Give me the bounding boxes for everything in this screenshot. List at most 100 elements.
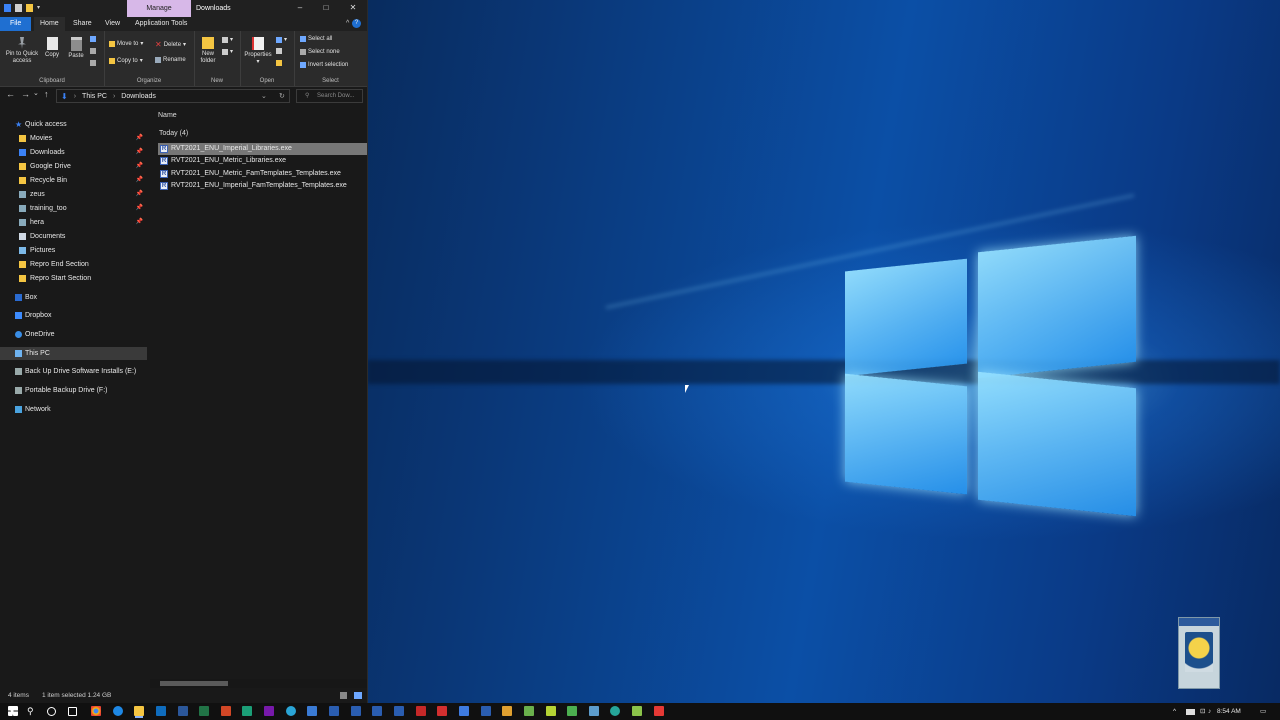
acrobat-icon[interactable]: [437, 706, 447, 716]
paste-button[interactable]: Paste: [66, 37, 86, 60]
copy-path-icon[interactable]: [90, 48, 96, 54]
close-button[interactable]: ✕: [339, 0, 367, 17]
outlook-icon[interactable]: [156, 706, 166, 716]
app-icon[interactable]: [589, 706, 599, 716]
nav-zeus[interactable]: zeus 📌: [0, 188, 147, 201]
tab-file[interactable]: File: [0, 17, 32, 31]
navisworks-icon[interactable]: [459, 706, 469, 716]
revit-icon[interactable]: [372, 706, 382, 716]
nav-dropbox[interactable]: Dropbox: [0, 309, 147, 322]
select-none-button[interactable]: Select none: [300, 49, 340, 55]
app-icon[interactable]: [632, 706, 642, 716]
new-item-button[interactable]: ▾: [222, 36, 233, 43]
horizontal-scrollbar[interactable]: [150, 679, 367, 688]
copy-button[interactable]: Copy: [42, 37, 62, 59]
help-icon[interactable]: ?: [352, 19, 361, 28]
search-input[interactable]: ⚲ Search Dow...: [296, 89, 363, 103]
app-icon[interactable]: [610, 706, 620, 716]
address-dropdown-icon[interactable]: ⌄: [261, 92, 267, 100]
start-menu-icon[interactable]: [8, 706, 18, 716]
app-icon[interactable]: [242, 706, 252, 716]
breadcrumb-downloads[interactable]: Downloads: [121, 93, 156, 100]
nav-box[interactable]: Box: [0, 291, 147, 304]
edge-icon[interactable]: [113, 706, 123, 716]
recent-locations-icon[interactable]: ⌄: [33, 89, 39, 97]
pin-quick-access-button[interactable]: Pin to Quick access: [3, 37, 41, 65]
column-header-name[interactable]: Name: [158, 112, 177, 119]
nav-hera[interactable]: hera 📌: [0, 216, 147, 229]
clock[interactable]: 8:54 AM: [1217, 703, 1241, 720]
camtasia-icon[interactable]: [546, 706, 556, 716]
app-icon[interactable]: [502, 706, 512, 716]
properties-button[interactable]: Properties ▾: [242, 37, 274, 66]
nav-documents[interactable]: Documents: [0, 230, 147, 243]
new-folder-button[interactable]: New folder: [197, 37, 219, 65]
tab-view[interactable]: View: [99, 17, 126, 31]
file-row[interactable]: R RVT2021_ENU_Imperial_FamTemplates_Templ…: [158, 180, 367, 192]
cut-icon[interactable]: [90, 36, 96, 42]
task-view-icon[interactable]: [68, 707, 77, 716]
copy-to-button[interactable]: Copy to ▾: [109, 57, 143, 64]
paste-shortcut-icon[interactable]: [90, 60, 96, 66]
browser-icon[interactable]: [286, 706, 296, 716]
tray-overflow-icon[interactable]: ^: [1173, 703, 1176, 720]
open-button[interactable]: ▾: [276, 36, 287, 43]
group-header-today[interactable]: Today (4): [159, 130, 188, 137]
nav-google-drive[interactable]: Google Drive 📌: [0, 160, 147, 173]
nav-repro-start-section[interactable]: Repro Start Section: [0, 272, 147, 285]
powerpoint-icon[interactable]: [221, 706, 231, 716]
tab-home[interactable]: Home: [34, 17, 65, 31]
app-icon[interactable]: [654, 706, 664, 716]
cortana-icon[interactable]: [47, 707, 56, 716]
tab-application-tools[interactable]: Application Tools: [129, 17, 193, 31]
nav-downloads[interactable]: Downloads 📌: [0, 146, 147, 159]
address-field[interactable]: ⬇ › This PC › Downloads ⌄ ↻: [56, 89, 290, 103]
forward-arrow-icon[interactable]: →: [21, 89, 30, 99]
nav-network[interactable]: Network: [0, 403, 147, 416]
maximize-button[interactable]: □: [312, 0, 340, 17]
new-folder-icon[interactable]: [26, 4, 33, 12]
app-icon[interactable]: [524, 706, 534, 716]
word-icon[interactable]: [178, 706, 188, 716]
nav-quick-access[interactable]: ★ Quick access: [0, 118, 147, 131]
file-row[interactable]: R RVT2021_ENU_Metric_FamTemplates_Templat…: [158, 168, 367, 180]
battery-icon[interactable]: [1186, 709, 1195, 715]
tab-manage[interactable]: Manage: [127, 0, 191, 17]
file-row[interactable]: R RVT2021_ENU_Metric_Libraries.exe: [158, 155, 367, 167]
app-icon[interactable]: [307, 706, 317, 716]
nav-drive-f[interactable]: Portable Backup Drive (F:): [0, 384, 147, 397]
qat-dropdown-icon[interactable]: ▾: [37, 4, 43, 12]
nav-onedrive[interactable]: OneDrive: [0, 328, 147, 341]
revit-icon[interactable]: [329, 706, 339, 716]
revit-icon[interactable]: [481, 706, 491, 716]
easy-access-button[interactable]: ▾: [222, 48, 233, 55]
nav-training-too[interactable]: training_too 📌: [0, 202, 147, 215]
select-all-button[interactable]: Select all: [300, 36, 332, 42]
delete-button[interactable]: ✕ Delete ▾: [155, 40, 186, 49]
details-view-icon[interactable]: [340, 692, 347, 699]
properties-icon[interactable]: [15, 4, 22, 12]
edit-button[interactable]: [276, 48, 282, 54]
search-icon[interactable]: ⚲: [27, 706, 37, 716]
breadcrumb-this-pc[interactable]: This PC: [82, 93, 107, 100]
history-button[interactable]: [276, 60, 282, 66]
move-to-button[interactable]: Move to ▾: [109, 40, 143, 47]
notifications-icon[interactable]: ▭: [1260, 703, 1266, 720]
invert-selection-button[interactable]: Invert selection: [300, 62, 348, 68]
large-icons-view-icon[interactable]: [354, 692, 362, 699]
volume-icon[interactable]: ♪: [1208, 703, 1211, 720]
rename-button[interactable]: Rename: [155, 57, 186, 63]
refresh-icon[interactable]: ↻: [279, 92, 285, 100]
nav-drive-e[interactable]: Back Up Drive Software Installs (E:): [0, 365, 147, 378]
excel-icon[interactable]: [199, 706, 209, 716]
nav-repro-end-section[interactable]: Repro End Section: [0, 258, 147, 271]
revit-icon[interactable]: [351, 706, 361, 716]
nav-pictures[interactable]: Pictures: [0, 244, 147, 257]
file-explorer-icon[interactable]: [134, 706, 144, 716]
desktop-widget-thumbnail[interactable]: [1178, 617, 1220, 689]
file-row[interactable]: R RVT2021_ENU_Imperial_Libraries.exe: [158, 143, 367, 155]
up-arrow-icon[interactable]: ↑: [44, 89, 49, 99]
back-arrow-icon[interactable]: ←: [6, 89, 15, 99]
tab-share[interactable]: Share: [67, 17, 98, 31]
nav-this-pc[interactable]: This PC: [0, 347, 147, 360]
